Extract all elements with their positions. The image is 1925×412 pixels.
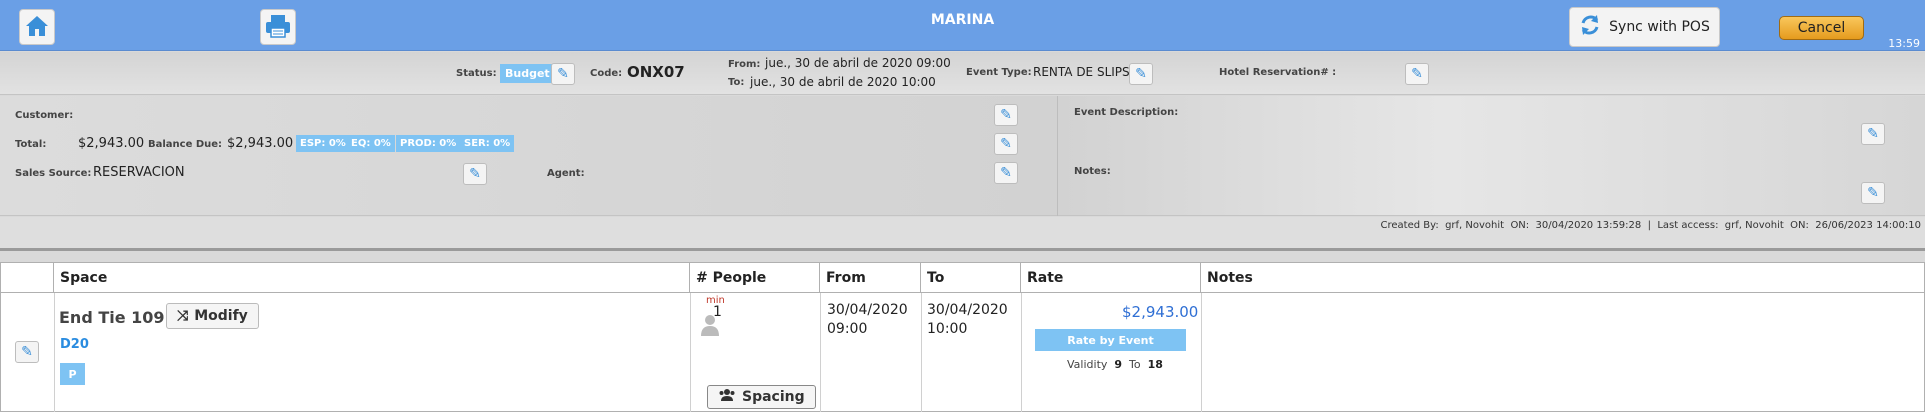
pencil-icon: ✎ — [469, 166, 481, 182]
col-divider — [921, 293, 922, 412]
from-value: jue., 30 de abril de 2020 09:00 — [765, 56, 951, 70]
status-badge: Budget — [500, 64, 555, 83]
pencil-icon: ✎ — [1135, 66, 1147, 82]
event-type-label: Event Type: — [966, 67, 1032, 78]
total-label: Total: — [15, 139, 47, 150]
badge-eq: EQ: 0% — [347, 135, 395, 152]
from-time: 09:00 — [827, 321, 868, 337]
modify-button[interactable]: ⤨ Modify — [166, 303, 259, 329]
col-from: From — [820, 263, 921, 293]
total-value: $2,943.00 — [78, 136, 145, 151]
refresh-icon — [1579, 14, 1601, 40]
hotel-reservation-label: Hotel Reservation# : — [1219, 67, 1337, 78]
col-divider — [1021, 293, 1022, 412]
spacing-button[interactable]: Spacing — [707, 385, 816, 409]
to-time: 10:00 — [927, 321, 968, 337]
p-badge: P — [60, 363, 85, 385]
shuffle-icon: ⤨ — [177, 308, 189, 324]
event-header: Status: Budget ✎ Code: ONX07 From: jue.,… — [0, 52, 1925, 95]
col-divider — [820, 293, 821, 412]
col-to: To — [921, 263, 1021, 293]
edit-total-button[interactable]: ✎ — [994, 133, 1018, 155]
code-label: Code: — [590, 68, 623, 79]
event-details-panel: Customer: ✎ Total: $2,943.00 Balance Due… — [0, 96, 1925, 216]
pencil-icon: ✎ — [1867, 185, 1879, 201]
to-label: To: — [728, 77, 745, 88]
pencil-icon: ✎ — [1000, 165, 1012, 181]
col-notes: Notes — [1201, 263, 1924, 293]
col-people: # People — [690, 263, 820, 293]
col-divider — [1201, 293, 1202, 412]
rate-by-event-button[interactable]: Rate by Event — [1035, 329, 1186, 351]
spaces-table: Space # People From To Rate Notes ✎ End … — [0, 262, 1925, 412]
people-value: 1 — [713, 304, 722, 320]
space-name: End Tie 109' — [59, 308, 170, 327]
balance-due-label: Balance Due: — [148, 139, 223, 150]
pencil-icon: ✎ — [1000, 136, 1012, 152]
customer-label: Customer: — [15, 110, 74, 121]
edit-sales-source-button[interactable]: ✎ — [463, 163, 487, 185]
top-bar: MARINA Sync with POS Cancel 13:59 — [0, 0, 1925, 51]
event-description-label: Event Description: — [1074, 107, 1179, 118]
from-label: From: — [728, 59, 761, 70]
sync-pos-button[interactable]: Sync with POS — [1569, 7, 1720, 47]
notes-label: Notes: — [1074, 166, 1111, 177]
sales-source-label: Sales Source: — [15, 168, 92, 179]
col-divider — [690, 293, 691, 412]
edit-row-button[interactable]: ✎ — [15, 341, 39, 363]
code-value: ONX07 — [627, 63, 685, 81]
edit-hotel-reservation-button[interactable]: ✎ — [1405, 63, 1429, 85]
status-label: Status: — [456, 68, 497, 79]
edit-customer-button[interactable]: ✎ — [994, 104, 1018, 126]
col-rate: Rate — [1021, 263, 1201, 293]
audit-info: Created By: grf, Novohit ON: 30/04/2020 … — [1380, 220, 1921, 231]
pencil-icon: ✎ — [1867, 126, 1879, 142]
agent-label: Agent: — [547, 168, 585, 179]
badge-ser: SER: 0% — [460, 135, 515, 152]
sales-source-value: RESERVACION — [93, 165, 185, 180]
from-date: 30/04/2020 — [827, 302, 908, 318]
sync-label: Sync with POS — [1609, 19, 1710, 35]
edit-agent-button[interactable]: ✎ — [994, 162, 1018, 184]
col-space: Space — [54, 263, 690, 293]
validity-info: Validity 9 To 18 — [1067, 358, 1163, 371]
balance-due-value: $2,943.00 — [227, 136, 294, 151]
clock: 13:59 — [1888, 37, 1920, 50]
pencil-icon: ✎ — [21, 344, 33, 360]
pencil-icon: ✎ — [557, 66, 569, 82]
pencil-icon: ✎ — [1000, 107, 1012, 123]
event-type-value: RENTA DE SLIPS — [1033, 65, 1130, 79]
edit-event-type-button[interactable]: ✎ — [1129, 63, 1153, 85]
panel-divider — [1057, 96, 1058, 216]
col-divider — [54, 293, 55, 412]
audit-bar: Created By: grf, Novohit ON: 30/04/2020 … — [0, 217, 1925, 251]
modify-label: Modify — [194, 308, 248, 324]
edit-status-button[interactable]: ✎ — [551, 63, 575, 85]
rate-value[interactable]: $2,943.00 — [1122, 303, 1198, 321]
edit-event-description-button[interactable]: ✎ — [1861, 123, 1885, 145]
to-date: 30/04/2020 — [927, 302, 1008, 318]
spacing-label: Spacing — [742, 389, 805, 405]
badge-esp: ESP: 0% — [296, 135, 350, 152]
badge-prod: PROD: 0% — [396, 135, 461, 152]
users-icon — [718, 388, 736, 406]
space-code-link[interactable]: D20 — [60, 337, 89, 352]
cancel-button[interactable]: Cancel — [1779, 16, 1864, 40]
col-actions — [1, 263, 54, 293]
to-value: jue., 30 de abril de 2020 10:00 — [750, 75, 936, 89]
edit-notes-button[interactable]: ✎ — [1861, 182, 1885, 204]
pencil-icon: ✎ — [1411, 66, 1423, 82]
